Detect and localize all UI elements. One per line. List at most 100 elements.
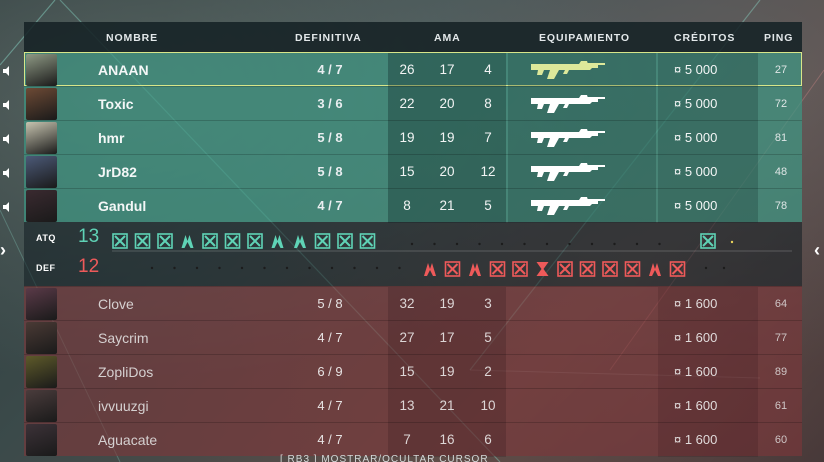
player-name: Toxic [98, 96, 134, 112]
assists: 7 [484, 130, 492, 145]
crossed-swords-icon [512, 261, 528, 277]
speaker-icon[interactable] [2, 132, 14, 144]
crossed-swords-icon [669, 261, 686, 277]
ultimate-points: 5 / 8 [317, 130, 343, 145]
ping: 64 [774, 298, 788, 310]
crossed-swords-icon [247, 233, 263, 249]
player-name: ANAAN [98, 62, 149, 78]
speaker-icon[interactable] [2, 200, 14, 212]
empty-round-dot [545, 242, 549, 246]
empty-round-dot [150, 266, 154, 270]
crossed-swords-icon [202, 233, 218, 249]
ultimate-points: 4 / 7 [317, 330, 343, 345]
credits: ¤ 1 600 [674, 330, 718, 345]
deaths: 17 [439, 330, 455, 345]
deaths: 16 [439, 432, 455, 447]
deaths: 19 [439, 364, 455, 379]
empty-round-dot [722, 266, 726, 270]
def-round-icons [150, 261, 726, 277]
scoreboard: NOMBRE DEFINITIVA AMA EQUIPAMIENTO CRÉDI… [3, 22, 802, 462]
empty-round-dot [195, 266, 199, 270]
atk-score: 13 [78, 226, 100, 247]
empty-round-dot [658, 242, 661, 246]
atk-round-icons [112, 233, 792, 252]
empty-round-dot [730, 240, 734, 244]
agent-avatar [26, 122, 57, 154]
crossed-swords-icon [444, 261, 461, 277]
rifle-icon [529, 160, 607, 184]
speaker-icon[interactable] [2, 64, 14, 76]
ultimate-points: 4 / 7 [317, 432, 343, 447]
player-row[interactable]: Clove 5 / 8 32 19 3 ¤ 1 600 64 [24, 286, 802, 321]
defuse-icon [181, 235, 194, 248]
player-name: Clove [98, 296, 134, 312]
credits: ¤ 1 600 [674, 296, 718, 311]
kills: 8 [403, 198, 411, 213]
scoreboard-header: NOMBRE DEFINITIVA AMA EQUIPAMIENTO CRÉDI… [24, 22, 802, 52]
crossed-swords-icon [134, 233, 151, 249]
agent-avatar [26, 156, 57, 188]
attackers-team: ANAAN 4 / 7 26 17 4 ¤ 5 000 27 Toxic 3 / 6 22 20 8 ¤… [3, 52, 802, 223]
left-arrow-icon[interactable]: › [0, 240, 6, 261]
ultimate-points: 3 / 6 [317, 96, 343, 111]
player-row[interactable]: ZopliDos 6 / 9 15 19 2 ¤ 1 600 89 [24, 354, 802, 389]
player-row[interactable]: Aguacate 4 / 7 7 16 6 ¤ 1 600 60 [24, 422, 802, 457]
ping: 61 [774, 400, 788, 412]
assists: 12 [480, 164, 496, 179]
credits: ¤ 1 600 [674, 432, 718, 447]
crossed-swords-icon [112, 233, 128, 249]
empty-round-dot [398, 266, 401, 270]
kills: 26 [399, 62, 415, 77]
kills: 32 [399, 296, 415, 311]
crossed-swords-icon [557, 261, 573, 277]
empty-round-dot [590, 242, 594, 246]
player-row[interactable]: Saycrim 4 / 7 27 17 5 ¤ 1 600 77 [24, 320, 802, 355]
empty-round-dot [410, 242, 414, 246]
player-row[interactable]: hmr 5 / 8 19 19 7 ¤ 5 000 81 [3, 120, 802, 155]
assists: 2 [484, 364, 492, 379]
empty-round-dot [523, 242, 526, 246]
deaths: 20 [439, 96, 455, 111]
player-row[interactable]: ANAAN 4 / 7 26 17 4 ¤ 5 000 27 [3, 52, 802, 87]
cursor-hint: [ RB3 ] MOSTRAR/OCULTAR CURSOR [280, 454, 489, 462]
speaker-icon[interactable] [2, 166, 14, 178]
empty-round-dot [478, 242, 481, 246]
rifle-icon [529, 194, 607, 218]
player-name: Gandul [98, 198, 147, 214]
agent-avatar [26, 54, 57, 86]
crossed-swords-icon [602, 261, 618, 277]
assists: 5 [484, 198, 492, 213]
ultimate-points: 4 / 7 [317, 62, 343, 77]
empty-round-dot [433, 242, 436, 246]
ping: 77 [774, 332, 788, 344]
crossed-swords-icon [700, 233, 716, 249]
column-equipment: EQUIPAMIENTO [539, 32, 630, 44]
right-arrow-icon[interactable]: ‹ [814, 240, 820, 261]
player-row[interactable]: Toxic 3 / 6 22 20 8 ¤ 5 000 72 [3, 86, 802, 121]
player-row[interactable]: Gandul 4 / 7 8 21 5 ¤ 5 000 78 [3, 188, 802, 223]
empty-round-dot [218, 266, 221, 270]
kills: 19 [399, 130, 415, 145]
ping: 60 [774, 434, 788, 446]
deaths: 20 [439, 164, 455, 179]
empty-round-dot [353, 266, 356, 270]
crossed-swords-icon [624, 261, 641, 277]
hourglass-icon [536, 262, 549, 276]
kills: 27 [399, 330, 415, 345]
def-label: DEF [36, 263, 56, 273]
kills: 7 [403, 432, 411, 447]
player-name: hmr [98, 130, 125, 146]
crossed-swords-icon [337, 233, 353, 249]
assists: 5 [484, 330, 492, 345]
player-row[interactable]: ivvuuzgi 4 / 7 13 21 10 ¤ 1 600 61 [24, 388, 802, 423]
assists: 3 [484, 296, 492, 311]
speaker-icon[interactable] [2, 98, 14, 110]
credits: ¤ 5 000 [674, 164, 718, 179]
assists: 4 [484, 62, 492, 77]
crossed-swords-icon [489, 261, 506, 277]
credits: ¤ 5 000 [674, 96, 718, 111]
ping: 78 [774, 200, 788, 212]
deaths: 19 [439, 130, 455, 145]
crossed-swords-icon [359, 233, 376, 249]
player-row[interactable]: JrD82 5 / 8 15 20 12 ¤ 5 000 48 [3, 154, 802, 189]
